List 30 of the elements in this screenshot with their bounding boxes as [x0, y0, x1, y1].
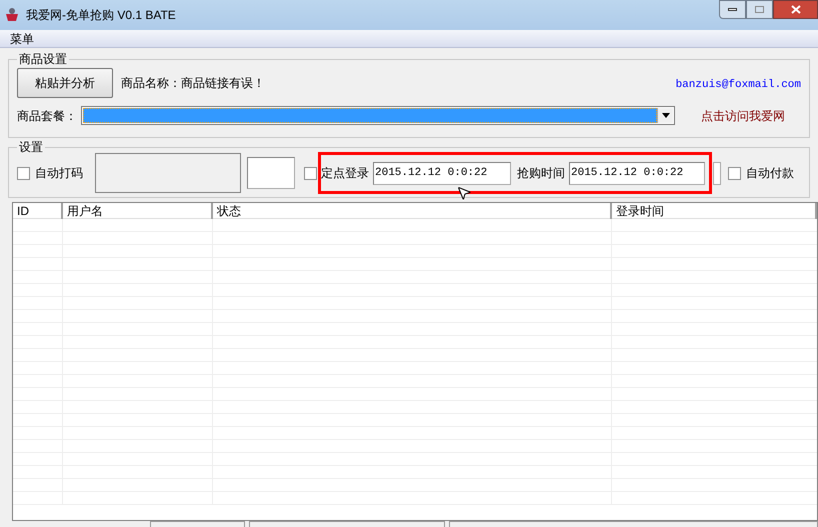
column-header[interactable]: 用户名: [63, 203, 213, 219]
column-header[interactable]: 登录时间: [612, 203, 817, 219]
minimize-button[interactable]: [719, 0, 746, 19]
window-title: 我爱网-免单抢购 V0.1 BATE: [26, 7, 176, 24]
checkbox-label: 自动付款: [746, 165, 794, 182]
buy-time-field[interactable]: 2015.12.12 0:0:22: [569, 162, 705, 184]
checkbox-label: 自动打码: [35, 165, 83, 182]
field-label: 抢购时间: [517, 165, 565, 182]
checkbox[interactable]: [304, 166, 317, 180]
product-name-text: 商品名称：商品链接有误！: [121, 75, 265, 92]
basket-icon: [4, 7, 20, 23]
paste-analyze-button[interactable]: 粘贴并分析: [17, 68, 113, 98]
captcha-input[interactable]: [247, 157, 295, 189]
partly-hidden-field[interactable]: [713, 162, 721, 184]
column-header[interactable]: 状态: [213, 203, 612, 219]
package-label: 商品套餐：: [17, 108, 77, 124]
email-text: banzuis@foxmail.com: [676, 78, 801, 93]
group-title: 设置: [18, 139, 44, 156]
menu-item[interactable]: 菜单: [0, 30, 44, 48]
column-header[interactable]: ID: [13, 203, 63, 219]
group-title: 商品设置: [18, 51, 68, 68]
checkbox-label: 定点登录: [321, 165, 369, 182]
close-button[interactable]: [773, 0, 818, 19]
close-icon: [790, 5, 800, 14]
login-time-field[interactable]: 2015.12.12 0:0:22: [373, 162, 511, 184]
package-dropdown[interactable]: [81, 106, 675, 125]
mouse-pointer-icon: [456, 184, 472, 202]
visit-link[interactable]: 点击访问我爱网: [701, 106, 785, 124]
checkbox[interactable]: [17, 166, 30, 180]
checkbox[interactable]: [728, 166, 741, 180]
